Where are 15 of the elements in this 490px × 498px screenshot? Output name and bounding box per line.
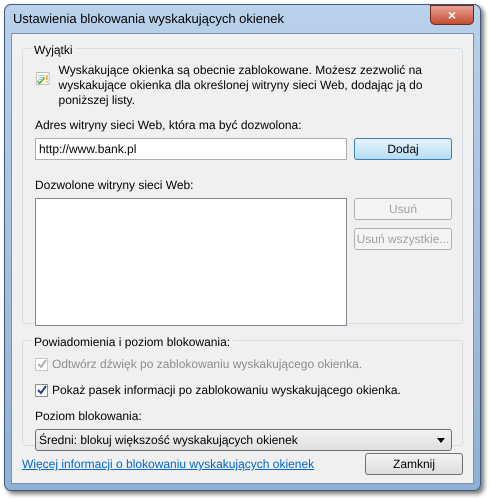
help-link[interactable]: Więcej informacji o blokowaniu wyskakujących okienek	[22, 455, 314, 473]
window-title: Ustawienia blokowania wyskakujących okienek	[12, 10, 284, 28]
sites-list[interactable]	[35, 198, 347, 326]
checkbox[interactable]	[35, 384, 48, 396]
checkbox-label: Pokaż pasek informacji po zablokowaniu wyskakującego okienka.	[52, 382, 401, 399]
list-label: Dozwolone witryny sieci Web:	[35, 177, 195, 194]
select-label: Poziom blokowania:	[35, 408, 143, 425]
caret-icon	[437, 438, 445, 442]
add-button[interactable]: Dodaj	[354, 138, 452, 160]
close-dialog-button[interactable]: Zamknij	[365, 453, 463, 475]
info-text: Wyskakujące okienka są obecnie zablokowane. Możesz zezwolić na wyskakujące okienka dla określonej witryny sieci Web, dodając ją do poniższej listy.	[58, 63, 424, 108]
field-label: Adres witryny sieci Web, która ma być dozwolona:	[35, 117, 303, 134]
checkbox-label: Odtwórz dźwięk po zablokowaniu wyskakującego okienka.	[52, 356, 362, 373]
address-field[interactable]: http://www.bank.pl	[35, 138, 347, 160]
level-select[interactable]: Średni: blokuj większość wyskakujących okienek	[35, 429, 452, 451]
